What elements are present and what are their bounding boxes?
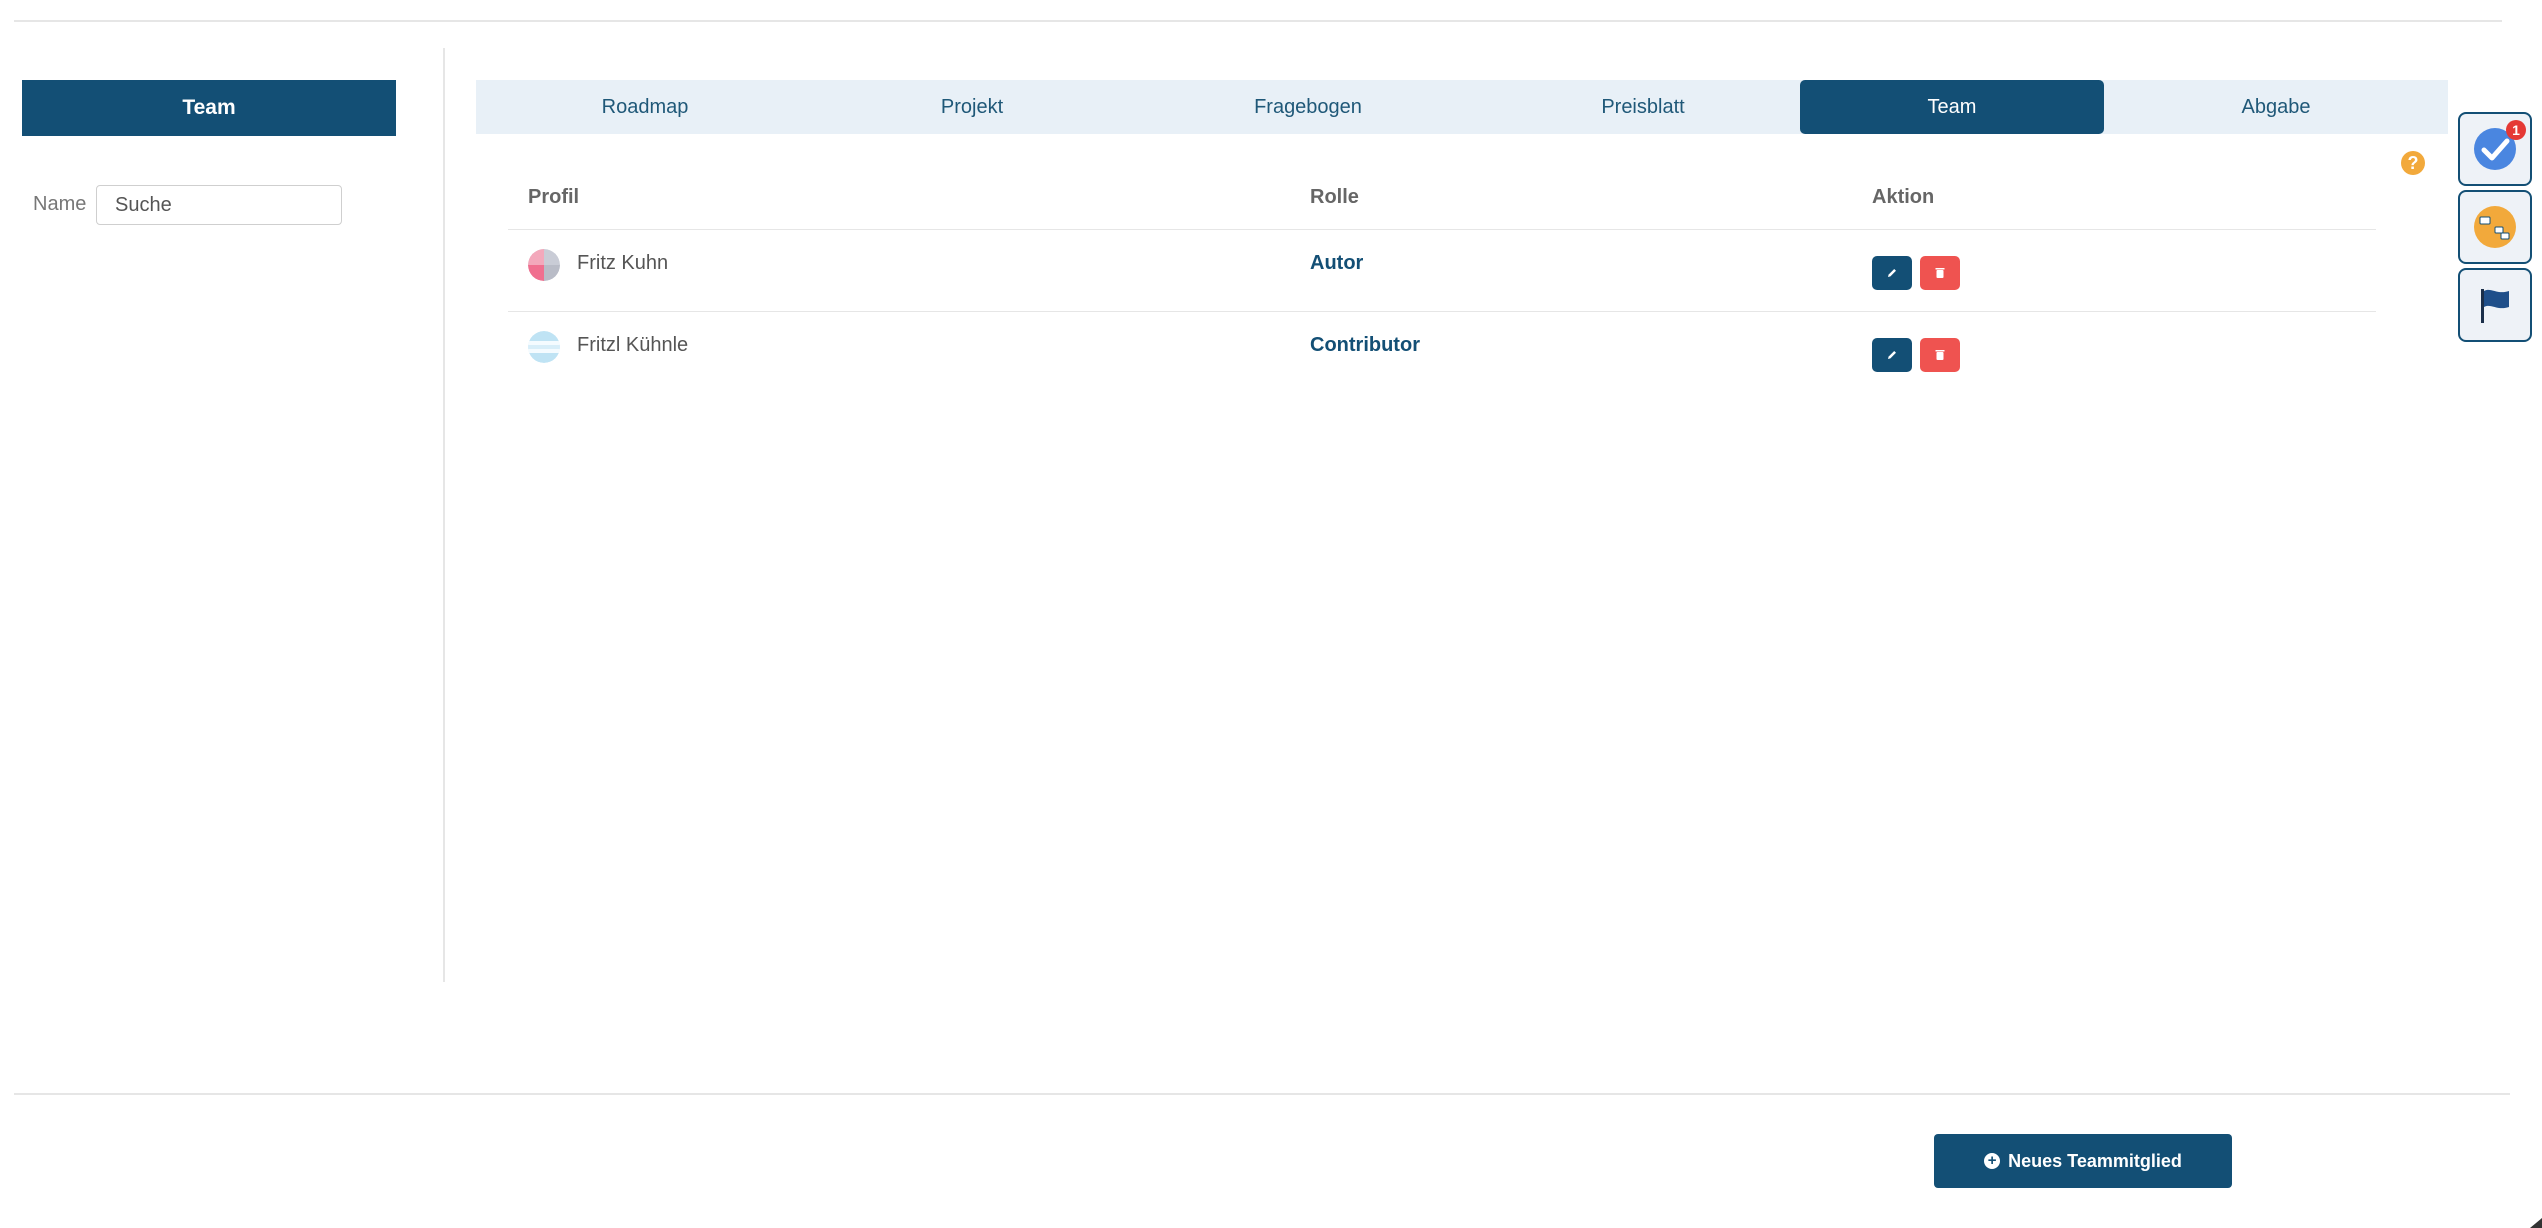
- tab-roadmap[interactable]: Roadmap: [476, 80, 814, 134]
- column-header-action: Aktion: [1872, 186, 1935, 208]
- pencil-icon: [1888, 351, 1896, 359]
- tasks-widget[interactable]: 1: [2458, 112, 2532, 186]
- notification-badge: 1: [2506, 120, 2526, 140]
- avatar: [528, 249, 560, 281]
- resize-handle: [2530, 1218, 2542, 1228]
- world-map-icon: [2474, 206, 2516, 248]
- column-header-profile: Profil: [528, 186, 580, 208]
- table-header-divider: [508, 229, 2376, 230]
- tab-bar: Roadmap Projekt Fragebogen Preisblatt Te…: [476, 80, 2448, 134]
- name-filter-label: Name: [33, 193, 87, 215]
- tab-fragebogen[interactable]: Fragebogen: [1130, 80, 1486, 134]
- top-divider: [14, 20, 2502, 22]
- member-role: Autor: [1310, 252, 1364, 274]
- flag-icon: [2481, 289, 2509, 323]
- tab-projekt[interactable]: Projekt: [814, 80, 1130, 134]
- footer-divider: [14, 1093, 2510, 1095]
- sidebar-title: Team: [22, 80, 396, 136]
- trash-icon: [1935, 350, 1945, 360]
- member-role: Contributor: [1310, 334, 1420, 356]
- add-team-member-button[interactable]: + Neues Teammitglied: [1934, 1134, 2232, 1188]
- edit-button[interactable]: [1872, 256, 1912, 290]
- map-widget[interactable]: [2458, 190, 2532, 264]
- delete-button[interactable]: [1920, 256, 1960, 290]
- trash-icon: [1935, 268, 1945, 278]
- row-divider: [508, 311, 2376, 312]
- name-search-input[interactable]: [96, 185, 342, 225]
- add-team-member-label: Neues Teammitglied: [2008, 1150, 2182, 1171]
- tab-team[interactable]: Team: [1800, 80, 2104, 134]
- member-name: Fritzl Kühnle: [577, 334, 689, 356]
- avatar: [528, 331, 560, 363]
- help-icon[interactable]: ?: [2401, 151, 2425, 175]
- sidebar-divider: [443, 48, 445, 982]
- pencil-icon: [1888, 269, 1896, 277]
- edit-button[interactable]: [1872, 338, 1912, 372]
- column-header-role: Rolle: [1310, 186, 1359, 208]
- tab-preisblatt[interactable]: Preisblatt: [1486, 80, 1800, 134]
- plus-circle-icon: +: [1984, 1153, 2001, 1169]
- delete-button[interactable]: [1920, 338, 1960, 372]
- tab-abgabe[interactable]: Abgabe: [2104, 80, 2448, 134]
- member-name: Fritz Kuhn: [577, 252, 669, 274]
- flag-widget[interactable]: [2458, 268, 2532, 342]
